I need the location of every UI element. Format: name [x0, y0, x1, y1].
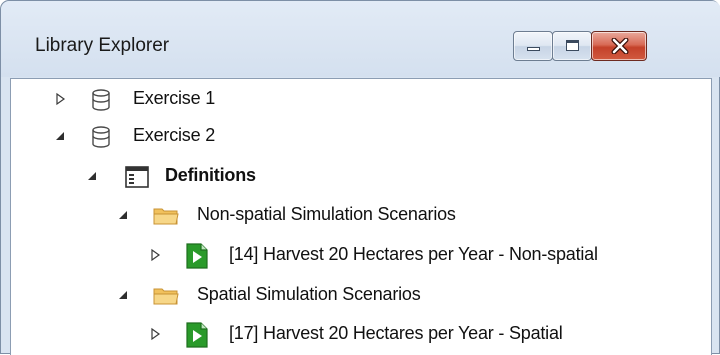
- minimize-icon: [527, 47, 540, 51]
- tree-item-scenario-17[interactable]: [17] Harvest 20 Hectares per Year - Spat…: [11, 316, 711, 352]
- tree-item-label: Exercise 1: [133, 88, 216, 108]
- maximize-icon: [566, 40, 579, 51]
- folder-icon: [153, 208, 179, 225]
- collapsed-arrow-icon[interactable]: [148, 248, 162, 262]
- window-title: Library Explorer: [35, 35, 170, 56]
- tree-item-label: Exercise 2: [133, 125, 216, 145]
- collapsed-arrow-icon[interactable]: [148, 327, 162, 341]
- expanded-arrow-icon[interactable]: [53, 129, 67, 143]
- tree-item-scenario-14[interactable]: [14] Harvest 20 Hectares per Year - Non-…: [11, 237, 711, 273]
- definitions-icon: [125, 166, 149, 188]
- minimize-button[interactable]: [513, 31, 553, 61]
- scenario-icon: [186, 243, 208, 269]
- expanded-arrow-icon[interactable]: [116, 288, 130, 302]
- tree-item-definitions[interactable]: Definitions: [11, 158, 711, 194]
- tree-item-label: [14] Harvest 20 Hectares per Year - Non-…: [229, 244, 598, 264]
- tree-item-label: Non-spatial Simulation Scenarios: [197, 204, 456, 224]
- close-icon: [611, 38, 629, 54]
- title-bar[interactable]: Library Explorer: [1, 1, 720, 77]
- tree-item-non-spatial-scenarios[interactable]: Non-spatial Simulation Scenarios: [11, 197, 711, 233]
- tree-item-spatial-scenarios[interactable]: Spatial Simulation Scenarios: [11, 277, 711, 313]
- database-icon: [92, 89, 110, 111]
- tree-item-label: [17] Harvest 20 Hectares per Year - Spat…: [229, 323, 563, 343]
- tree-item-label: Definitions: [165, 165, 256, 185]
- tree-item-exercise-1[interactable]: Exercise 1: [11, 81, 711, 117]
- scenario-icon: [186, 322, 208, 348]
- expanded-arrow-icon[interactable]: [85, 169, 99, 183]
- library-tree: Exercise 1 Exercise 2 Definitions Non-sp…: [10, 78, 712, 355]
- tree-item-label: Spatial Simulation Scenarios: [197, 284, 421, 304]
- window-frame: Library Explorer Exercise 1 Exercise 2 D…: [0, 0, 720, 355]
- folder-icon: [153, 288, 179, 305]
- collapsed-arrow-icon[interactable]: [53, 92, 67, 106]
- maximize-button[interactable]: [552, 31, 592, 61]
- tree-item-exercise-2[interactable]: Exercise 2: [11, 118, 711, 154]
- expanded-arrow-icon[interactable]: [116, 208, 130, 222]
- close-button[interactable]: [591, 31, 647, 61]
- database-icon: [92, 126, 110, 148]
